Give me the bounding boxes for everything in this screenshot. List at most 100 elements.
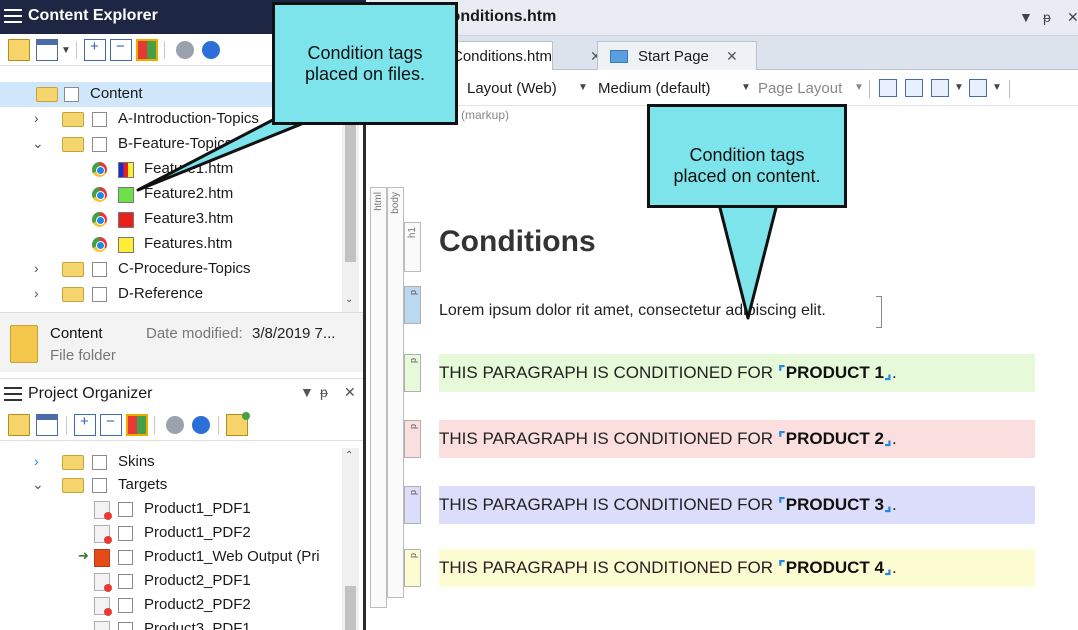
scroll-thumb[interactable]	[345, 586, 356, 630]
structure-bar-p[interactable]: p	[404, 354, 421, 392]
checkbox[interactable]	[118, 526, 133, 541]
preview-icon[interactable]	[879, 79, 897, 97]
product-tag: PRODUCT 1	[785, 363, 884, 382]
tree-row-target[interactable]: Product3_PDF1	[0, 617, 340, 630]
dropdown-arrow-icon[interactable]: ▼	[992, 82, 1002, 93]
checkbox[interactable]	[118, 574, 133, 589]
structure-bar-p[interactable]: p	[404, 486, 421, 524]
view-mode-icon[interactable]	[36, 414, 58, 436]
tree-row-b-feature[interactable]: ⌄ B-Feature-Topics	[0, 132, 340, 157]
dropdown-arrow-icon[interactable]: ▼	[1019, 9, 1033, 25]
view-mode-icon[interactable]	[36, 39, 58, 61]
project-organizer-scrollbar[interactable]: ⌃	[342, 448, 359, 630]
medium-dropdown[interactable]: Medium (default)	[598, 80, 711, 97]
tree-row-features[interactable]: Features.htm	[0, 232, 340, 257]
product-tag: PRODUCT 3	[785, 495, 884, 514]
dropdown-arrow-icon[interactable]: ▼	[300, 384, 314, 400]
checkbox[interactable]	[118, 622, 133, 630]
tree-row-feature2[interactable]: Feature2.htm	[0, 182, 340, 207]
tree-row-target[interactable]: ➜ Product1_Web Output (Pri	[0, 545, 340, 570]
chevron-right-icon[interactable]: ›	[34, 110, 39, 126]
conditioned-paragraph-3[interactable]: THIS PARAGRAPH IS CONDITIONED FOR ⌜PRODU…	[439, 486, 1035, 524]
toolbar-separator	[76, 41, 77, 59]
tab-start-page[interactable]: Start Page ✕	[597, 41, 757, 70]
tree-row-feature3[interactable]: Feature3.htm	[0, 207, 340, 232]
conditioned-paragraph-4[interactable]: THIS PARAGRAPH IS CONDITIONED FOR ⌜PRODU…	[439, 549, 1035, 587]
tree-row-target[interactable]: Product1_PDF1	[0, 497, 340, 522]
chevron-down-icon[interactable]: ⌄	[32, 476, 44, 493]
collapse-all-icon[interactable]	[110, 38, 132, 61]
hamburger-icon[interactable]	[4, 387, 22, 401]
tree-row-c-procedure[interactable]: › C-Procedure-Topics	[0, 257, 340, 282]
tree-row-targets[interactable]: ⌄ Targets	[0, 473, 340, 498]
checkbox[interactable]	[92, 137, 107, 152]
paragraph-text: THIS PARAGRAPH IS CONDITIONED FOR	[439, 363, 778, 382]
close-icon[interactable]: ✕	[344, 384, 356, 401]
condition-start-marker-icon: ⌜	[777, 558, 786, 577]
scroll-down-icon[interactable]: ⌄	[345, 294, 353, 305]
sync-icon[interactable]	[202, 41, 220, 59]
folder-view-icon[interactable]	[8, 414, 30, 436]
settings-icon[interactable]	[166, 416, 184, 434]
condition-tags-icon[interactable]	[126, 414, 148, 436]
expand-all-icon[interactable]	[84, 38, 106, 61]
structure-tag: h1	[407, 227, 418, 239]
show-icon[interactable]	[931, 79, 949, 97]
scroll-up-icon[interactable]: ⌃	[345, 450, 353, 461]
expand-all-icon[interactable]	[74, 413, 96, 436]
checkbox[interactable]	[92, 262, 107, 277]
chevron-right-icon[interactable]: ›	[34, 453, 39, 469]
structure-bar-p[interactable]: p	[404, 420, 421, 458]
dropdown-arrow-icon[interactable]: ▼	[954, 82, 964, 93]
page-layout-dropdown[interactable]: Page Layout	[758, 80, 842, 97]
condition-tags-icon[interactable]	[136, 39, 158, 61]
chevron-right-icon[interactable]: ›	[34, 260, 39, 276]
close-icon[interactable]: ✕	[1067, 9, 1078, 26]
settings-icon[interactable]	[176, 41, 194, 59]
tree-row-target[interactable]: Product1_PDF2	[0, 521, 340, 546]
dropdown-arrow-icon[interactable]: ▼	[578, 82, 588, 93]
lorem-paragraph[interactable]: Lorem ipsum dolor rit amet, consectetur …	[439, 302, 826, 320]
pin-icon[interactable]: ᵽ	[320, 384, 328, 400]
collapse-all-icon[interactable]	[100, 413, 122, 436]
document-heading[interactable]: Conditions	[439, 225, 596, 259]
tree-row-d-reference[interactable]: › D-Reference	[0, 282, 340, 307]
sync-icon[interactable]	[192, 416, 210, 434]
pin-icon[interactable]: ᵽ	[1043, 9, 1051, 25]
tree-row-skins[interactable]: › Skins	[0, 450, 340, 475]
structure-bar-p[interactable]: p	[404, 549, 421, 587]
tree-row-target[interactable]: Product2_PDF2	[0, 593, 340, 618]
dropdown-arrow-icon[interactable]: ▼	[854, 82, 864, 93]
layout-dropdown[interactable]: Layout (Web)	[467, 80, 557, 97]
condition-swatch	[118, 187, 134, 203]
dropdown-arrow-icon[interactable]: ▼	[741, 82, 751, 93]
info-file-type: File folder	[50, 347, 116, 364]
compare-icon[interactable]	[905, 79, 923, 97]
folder-view-icon[interactable]	[8, 39, 30, 61]
conditioned-paragraph-2[interactable]: THIS PARAGRAPH IS CONDITIONED FOR ⌜PRODU…	[439, 420, 1035, 458]
tree-row-feature1[interactable]: Feature1.htm	[0, 157, 340, 182]
conditioned-paragraph-1[interactable]: THIS PARAGRAPH IS CONDITIONED FOR ⌜PRODU…	[439, 354, 1035, 392]
checkbox[interactable]	[64, 87, 79, 102]
structure-bar-h1[interactable]: h1	[404, 222, 421, 272]
checkbox[interactable]	[118, 598, 133, 613]
dropdown-arrow-icon[interactable]: ▼	[61, 45, 71, 56]
checkbox[interactable]	[92, 112, 107, 127]
checkbox[interactable]	[118, 502, 133, 517]
new-folder-icon[interactable]	[226, 412, 250, 436]
tree-label: Features.htm	[144, 235, 233, 252]
checkbox[interactable]	[92, 478, 107, 493]
file-info-panel: Content Date modified: 3/8/2019 7... Fil…	[0, 312, 363, 372]
hamburger-icon[interactable]	[4, 9, 22, 24]
checkbox[interactable]	[92, 287, 107, 302]
tree-row-target[interactable]: Product2_PDF1	[0, 569, 340, 594]
chevron-down-icon[interactable]: ⌄	[32, 135, 44, 152]
structure-bar-html[interactable]: html	[370, 187, 387, 608]
close-tab-icon[interactable]: ✕	[726, 48, 738, 65]
checkbox[interactable]	[92, 455, 107, 470]
checkbox[interactable]	[118, 550, 133, 565]
tracking-icon[interactable]	[969, 79, 987, 97]
chevron-right-icon[interactable]: ›	[34, 285, 39, 301]
structure-bar-p[interactable]: p	[404, 286, 421, 324]
structure-bar-body[interactable]: body	[387, 187, 404, 598]
